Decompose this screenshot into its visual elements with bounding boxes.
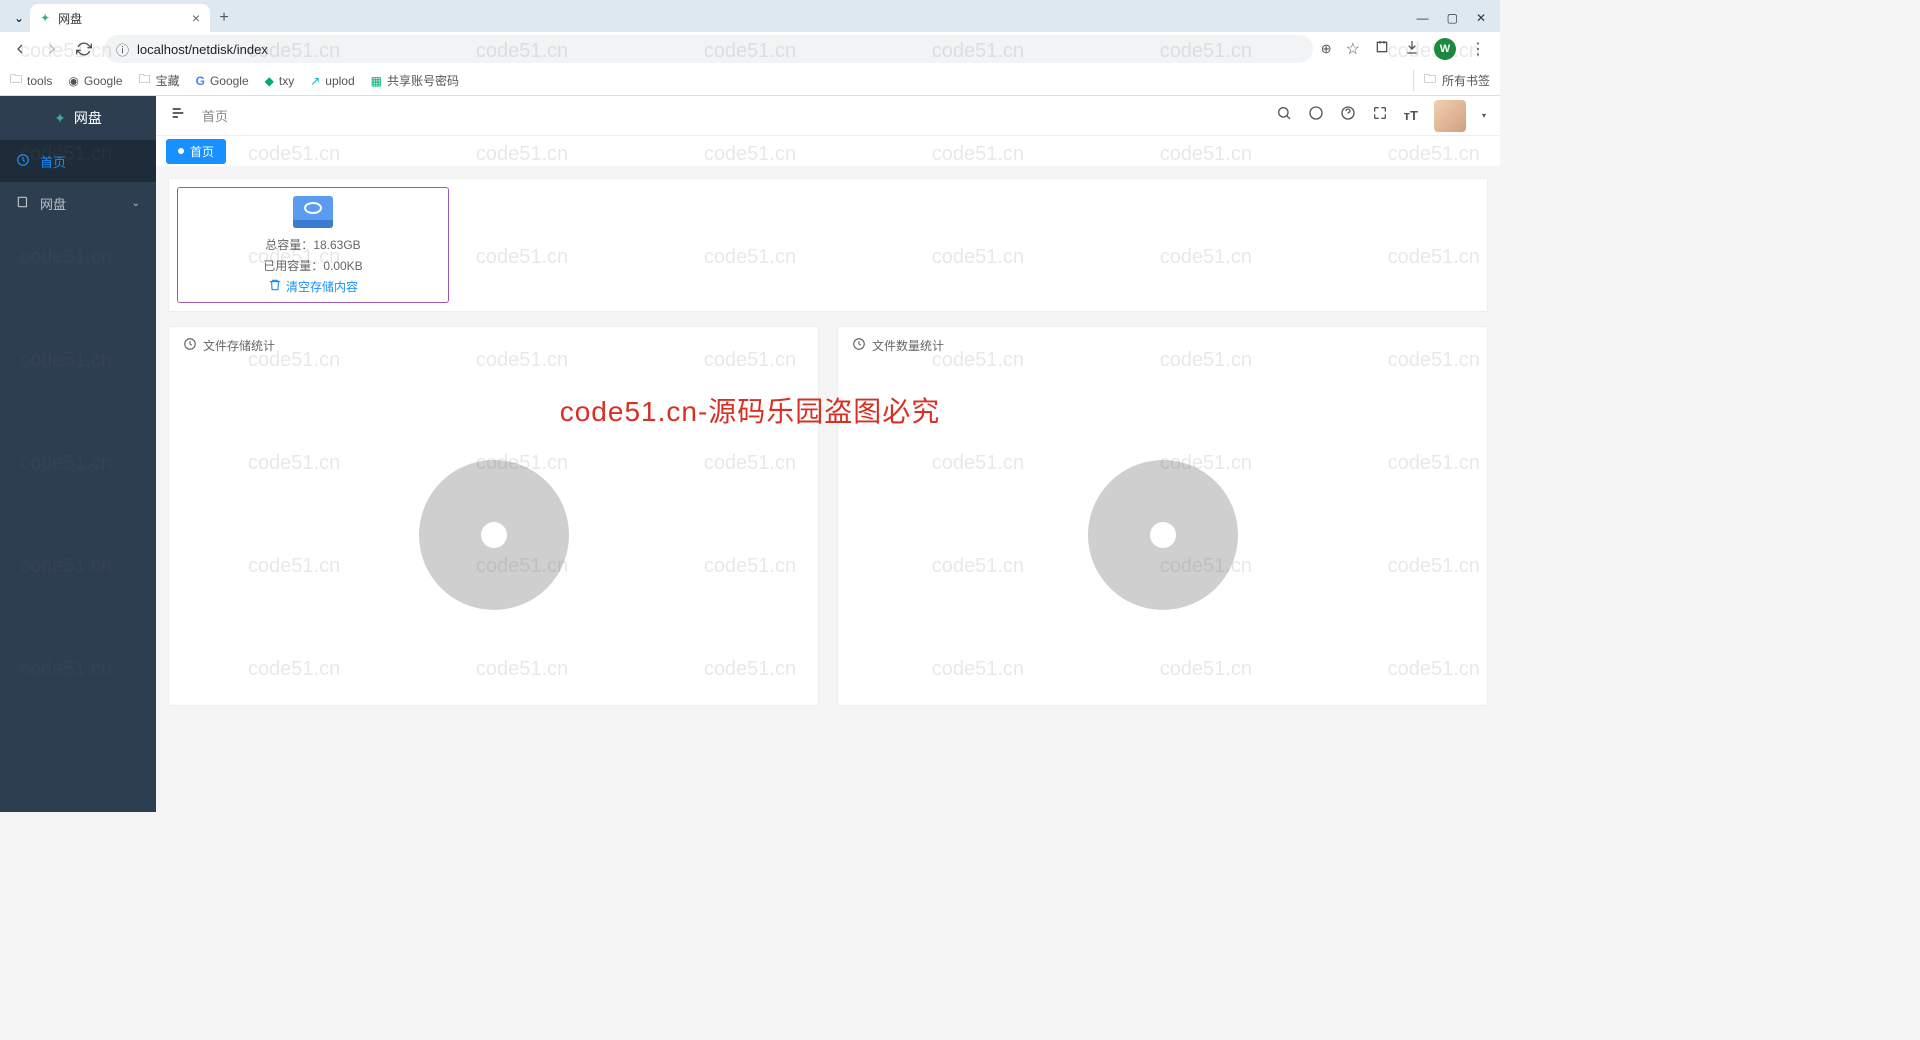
- site-icon: ◆: [265, 74, 274, 88]
- main-area: 首页 тT ▾ 首页 总容量：18.63GB 已用: [156, 96, 1500, 812]
- storage-total-row: 总容量：18.63GB: [265, 236, 360, 253]
- storage-used-row: 已用容量：0.00KB: [263, 257, 362, 274]
- menu-toggle-icon[interactable]: [170, 105, 186, 126]
- url-input[interactable]: ⓘ localhost/netdisk/index: [104, 35, 1313, 63]
- logo: ✦ 网盘: [0, 96, 156, 140]
- minimize-button[interactable]: —: [1417, 11, 1429, 25]
- github-icon[interactable]: [1308, 105, 1324, 126]
- app-container: ✦ 网盘 首页 网盘 ⌄ 首页 тT ▾: [0, 96, 1500, 812]
- font-size-icon[interactable]: тT: [1404, 108, 1418, 123]
- bookmark-item[interactable]: ◉Google: [68, 74, 122, 88]
- help-icon[interactable]: [1340, 105, 1356, 126]
- tab-title: 网盘: [58, 10, 82, 27]
- all-bookmarks-button[interactable]: 🗀所有书签: [1413, 70, 1490, 91]
- donut-chart-placeholder: [419, 460, 569, 610]
- search-icon[interactable]: [1276, 105, 1292, 126]
- page-tab-bar: 首页: [156, 136, 1500, 166]
- leaf-icon: ✦: [54, 110, 66, 127]
- info-icon: ⓘ: [116, 40, 129, 59]
- panel-title: 文件存储统计: [203, 337, 275, 354]
- menu-icon[interactable]: ⋮: [1470, 39, 1486, 59]
- dashboard-icon: [16, 153, 30, 170]
- maximize-button[interactable]: ▢: [1447, 11, 1458, 25]
- sidebar-item-home[interactable]: 首页: [0, 140, 156, 182]
- panel-header: 文件存储统计: [169, 327, 818, 364]
- fullscreen-icon[interactable]: [1372, 105, 1388, 126]
- sheet-icon: ▦: [371, 74, 382, 88]
- clock-icon: [183, 337, 197, 354]
- folder-icon: 🗀: [10, 70, 22, 91]
- storage-card[interactable]: 总容量：18.63GB 已用容量：0.00KB 清空存储内容: [177, 187, 449, 303]
- bookmark-item[interactable]: 🗀tools: [10, 70, 52, 91]
- donut-chart-placeholder: [1088, 460, 1238, 610]
- tab-menu-button[interactable]: ⌄: [8, 4, 30, 32]
- reload-button[interactable]: [72, 37, 96, 61]
- back-button[interactable]: [8, 37, 32, 61]
- panel-body: [838, 364, 1487, 705]
- dot-icon: [178, 148, 184, 154]
- panel-title: 文件数量统计: [872, 337, 944, 354]
- logo-text: 网盘: [74, 108, 102, 128]
- sidebar-item-netdisk[interactable]: 网盘 ⌄: [0, 182, 156, 224]
- topbar: 首页 тT ▾: [156, 96, 1500, 136]
- bookmark-item[interactable]: GGoogle: [196, 74, 249, 88]
- sidebar-item-label: 网盘: [40, 194, 66, 213]
- address-bar: ⓘ localhost/netdisk/index ⊕ ☆ W ⋮: [0, 32, 1500, 66]
- bookmark-bar: 🗀tools ◉Google 🗀宝藏 GGoogle ◆txy ↗uplod ▦…: [0, 66, 1500, 96]
- browser-tab[interactable]: ✦ 网盘 ×: [30, 4, 210, 32]
- bookmark-item[interactable]: ↗uplod: [310, 74, 354, 88]
- sidebar-item-label: 首页: [40, 152, 66, 171]
- avatar[interactable]: [1434, 100, 1466, 132]
- browser-chrome: ⌄ ✦ 网盘 × + — ▢ ✕ ⓘ localhost/netdisk/ind…: [0, 0, 1500, 96]
- trash-icon: [268, 278, 282, 295]
- breadcrumb[interactable]: 首页: [202, 106, 228, 125]
- clock-icon: [852, 337, 866, 354]
- stats-panels: 文件存储统计 文件数量统计: [168, 326, 1488, 706]
- leaf-icon: ✦: [40, 11, 50, 25]
- page-tab-home[interactable]: 首页: [166, 139, 226, 164]
- bookmark-item[interactable]: ◆txy: [265, 74, 295, 88]
- panel-header: 文件数量统计: [838, 327, 1487, 364]
- new-tab-button[interactable]: +: [210, 4, 238, 32]
- url-text: localhost/netdisk/index: [137, 42, 268, 57]
- sidebar: ✦ 网盘 首页 网盘 ⌄: [0, 96, 156, 812]
- panel-file-storage-stats: 文件存储统计: [168, 326, 819, 706]
- tab-strip: ⌄ ✦ 网盘 × + — ▢ ✕: [0, 0, 1500, 32]
- disk-icon: [293, 196, 333, 228]
- google-icon: G: [196, 74, 205, 88]
- download-icon[interactable]: [1404, 39, 1420, 60]
- book-icon: [16, 195, 30, 212]
- profile-button[interactable]: W: [1434, 38, 1456, 60]
- bookmark-item[interactable]: ▦共享账号密码: [371, 72, 459, 89]
- upload-icon: ↗: [310, 74, 320, 88]
- chevron-down-icon[interactable]: ▾: [1482, 111, 1486, 120]
- chevron-down-icon: ⌄: [132, 198, 140, 209]
- clear-storage-label: 清空存储内容: [286, 278, 358, 295]
- content: 总容量：18.63GB 已用容量：0.00KB 清空存储内容 文件存储统计: [156, 166, 1500, 812]
- close-window-button[interactable]: ✕: [1476, 11, 1486, 25]
- bookmark-item[interactable]: 🗀宝藏: [139, 70, 180, 91]
- globe-icon: ◉: [68, 74, 78, 88]
- folder-icon: 🗀: [139, 70, 151, 91]
- bookmark-star-icon[interactable]: ☆: [1346, 39, 1360, 59]
- page-tab-label: 首页: [190, 143, 214, 160]
- storage-panel: 总容量：18.63GB 已用容量：0.00KB 清空存储内容: [168, 178, 1488, 312]
- close-icon[interactable]: ×: [192, 10, 200, 26]
- extension-icon[interactable]: [1374, 39, 1390, 60]
- translate-icon[interactable]: ⊕: [1321, 41, 1332, 57]
- folder-icon: 🗀: [1424, 70, 1436, 91]
- panel-file-count-stats: 文件数量统计: [837, 326, 1488, 706]
- clear-storage-button[interactable]: 清空存储内容: [268, 278, 358, 295]
- forward-button[interactable]: [40, 37, 64, 61]
- panel-body: [169, 364, 818, 705]
